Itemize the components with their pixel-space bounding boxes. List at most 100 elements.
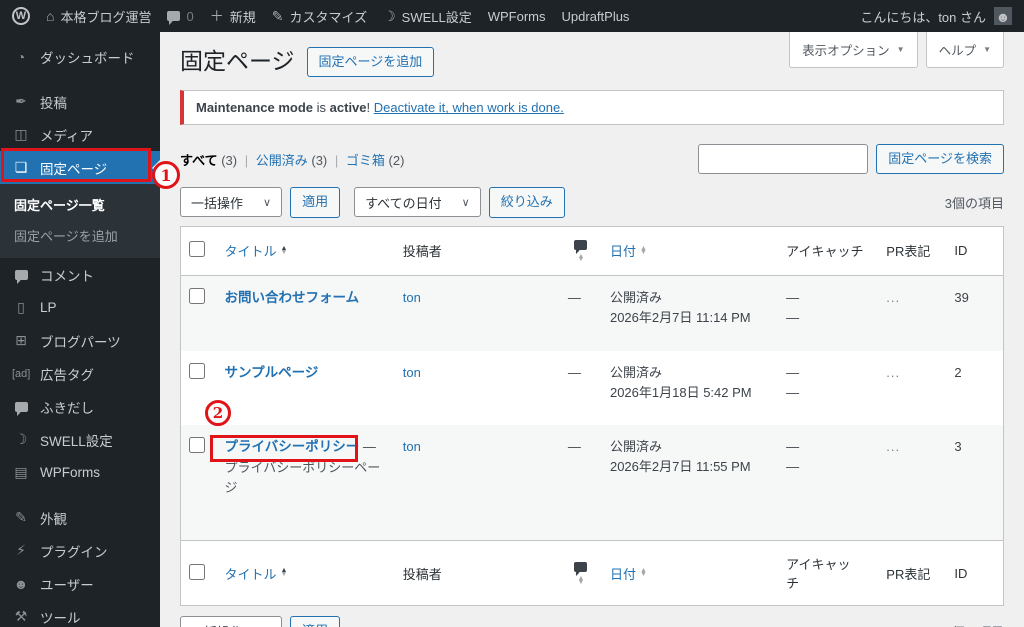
page-title: 固定ページ: [180, 48, 295, 75]
sidebar-item-plugins[interactable]: ⚡ プラグイン: [0, 534, 160, 567]
table-row: サンプルページ ton — 公開済み 2026年1月18日 5:42 PM — — …: [181, 351, 1004, 425]
tablenav-top: 一括操作 ∨ 適用 すべての日付 ∨ 絞り込み 3個の項目: [180, 187, 1004, 218]
search-input[interactable]: [698, 144, 869, 175]
comment-count: —: [567, 438, 581, 454]
sort-by-comments[interactable]: ▲ ▼: [568, 239, 594, 263]
post-status: 公開済み: [609, 364, 662, 380]
sidebar-item-swell-settings[interactable]: ☽ SWELL設定: [0, 423, 160, 456]
admin-bar-greeting[interactable]: こんにちは、ton さん: [860, 7, 986, 26]
sidebar-item-appearance[interactable]: ✎ 外観: [0, 501, 160, 534]
wordpress-logo-icon[interactable]: W: [12, 7, 30, 25]
sort-arrows-icon: ▲ ▼: [639, 245, 647, 256]
appearance-brush-icon: ✎: [15, 509, 27, 525]
admin-sidebar: ◔ ダッシュボード ✒ 投稿 ◫ メディア ❏ 固定ページ 固定ページ一覧 固定…: [0, 32, 160, 627]
filter-all-link[interactable]: すべて: [180, 153, 218, 168]
column-author: 投稿者: [394, 540, 560, 606]
filter-published-link[interactable]: 公開済み: [256, 153, 308, 168]
help-button[interactable]: ヘルプ ▼: [925, 32, 1004, 68]
add-page-button[interactable]: 固定ページを追加: [306, 47, 435, 78]
sidebar-item-comments[interactable]: コメント: [0, 258, 160, 291]
sort-by-date[interactable]: 日付 ▲ ▼: [610, 564, 647, 583]
column-id: ID: [946, 540, 1004, 606]
author-link[interactable]: ton: [403, 439, 421, 454]
sidebar-separator: [0, 489, 160, 501]
row-checkbox[interactable]: [189, 288, 205, 305]
post-state-label: プライバシーポリシーページ: [224, 459, 381, 495]
select-chevron-icon: ∨: [461, 196, 470, 209]
document-icon: ▯: [17, 299, 25, 315]
sidebar-item-fukidashi[interactable]: ふきだし: [0, 390, 160, 423]
author-link[interactable]: ton: [403, 290, 421, 305]
chevron-down-icon: ▼: [896, 45, 905, 54]
admin-bar-site-name[interactable]: ⌂ 本格ブログ運営: [46, 7, 151, 26]
admin-bar-wpforms[interactable]: WPForms: [488, 9, 546, 24]
submenu-item-add-page[interactable]: 固定ページを追加: [0, 220, 160, 251]
sidebar-item-dashboard[interactable]: ◔ ダッシュボード: [0, 40, 160, 73]
deactivate-maintenance-link[interactable]: Deactivate it, when work is done.: [374, 100, 564, 115]
user-avatar[interactable]: ☻: [994, 7, 1012, 25]
sidebar-item-blog-parts[interactable]: ⊞ ブログパーツ: [0, 324, 160, 357]
date-filter-select[interactable]: すべての日付 ∨: [354, 187, 481, 218]
bulk-action-select[interactable]: 一括操作 ∨: [180, 187, 283, 218]
admin-bar-customize[interactable]: ✎ カスタマイズ: [272, 7, 367, 26]
select-chevron-icon: ∨: [263, 196, 272, 209]
sidebar-item-media[interactable]: ◫ メディア: [0, 118, 160, 151]
admin-bar-swell-settings[interactable]: ☽ SWELL設定: [383, 7, 472, 26]
page-title-link[interactable]: お問い合わせフォーム: [225, 290, 360, 305]
annotation-box-privacy-policy: [210, 435, 358, 462]
select-all-checkbox[interactable]: [189, 563, 205, 580]
admin-bar-updraftplus[interactable]: UpdraftPlus: [562, 9, 630, 24]
apply-button[interactable]: 適用: [290, 187, 341, 218]
sidebar-item-posts[interactable]: ✒ 投稿: [0, 85, 160, 118]
bulk-action-select[interactable]: 一括操作 ∨: [180, 616, 283, 627]
search-pages-button[interactable]: 固定ページを検索: [876, 144, 1004, 175]
plus-icon: ＋: [209, 8, 224, 24]
pages-list-table: タイトル ▲ ▼ 投稿者 ▲ ▼ 日付 ▲ ▼ アイキャッチ PR表記 ID お問い合わせ…: [180, 225, 1004, 607]
swell-icon: ☽: [14, 431, 28, 447]
media-icon: ◫: [14, 126, 28, 142]
page-id: 2: [954, 364, 962, 380]
sidebar-item-ad-tag[interactable]: [ad] 広告タグ: [0, 357, 160, 390]
submenu-item-all-pages[interactable]: 固定ページ一覧: [0, 189, 160, 220]
sidebar-item-wpforms[interactable]: ▤ WPForms: [0, 456, 160, 489]
column-featured: アイキャッチ: [778, 226, 879, 277]
table-header-row: タイトル ▲ ▼ 投稿者 ▲ ▼ 日付 ▲ ▼ アイキャッチ PR表記 ID: [180, 226, 1004, 277]
sidebar-item-users[interactable]: ☻ ユーザー: [0, 567, 160, 600]
page-id: 39: [954, 290, 969, 306]
post-status: 公開済み: [609, 290, 662, 306]
filter-trash-link[interactable]: ゴミ箱: [346, 153, 385, 168]
sort-by-title[interactable]: タイトル ▲ ▼: [225, 564, 288, 583]
sort-by-title[interactable]: タイトル ▲ ▼: [225, 241, 288, 260]
annotation-step-1: 1: [152, 161, 180, 189]
row-checkbox[interactable]: [189, 436, 205, 453]
comments-icon: [574, 239, 588, 254]
pin-icon: ✒: [15, 93, 27, 109]
grid-icon: ⊞: [15, 332, 27, 348]
admin-bar-comments[interactable]: 0: [167, 9, 194, 25]
home-icon: ⌂: [46, 8, 55, 24]
page-title-link[interactable]: サンプルページ: [225, 365, 319, 380]
select-all-checkbox[interactable]: [189, 241, 205, 258]
author-link[interactable]: ton: [403, 365, 421, 380]
apply-button[interactable]: 適用: [290, 616, 341, 627]
user-icon: ☻: [13, 575, 29, 592]
pr-value: ...: [886, 290, 901, 306]
column-id: ID: [946, 226, 1004, 277]
comments-icon: [574, 561, 588, 576]
sort-arrows-icon: ▲ ▼: [280, 567, 288, 579]
sort-arrows-icon: ▲ ▼: [639, 567, 647, 579]
post-date: 2026年1月18日 5:42 PM: [609, 384, 752, 400]
comments-icon: [12, 267, 30, 284]
row-checkbox[interactable]: [189, 362, 205, 379]
sidebar-item-lp[interactable]: ▯ LP: [0, 291, 160, 324]
sort-by-date[interactable]: 日付 ▲ ▼: [610, 241, 647, 260]
sort-by-comments[interactable]: ▲ ▼: [568, 561, 594, 585]
maintenance-notice: Maintenance mode is active! Deactivate i…: [180, 90, 1004, 126]
page-id: 3: [954, 438, 962, 454]
admin-bar-new[interactable]: ＋ 新規: [210, 7, 256, 26]
screen-options-button[interactable]: 表示オプション ▼: [789, 32, 918, 68]
sidebar-item-tools[interactable]: ⚒ ツール: [0, 600, 160, 627]
ad-tag-icon: [ad]: [12, 367, 31, 380]
sort-arrows-icon: ▲ ▼: [280, 245, 288, 256]
filter-button[interactable]: 絞り込み: [488, 187, 565, 218]
